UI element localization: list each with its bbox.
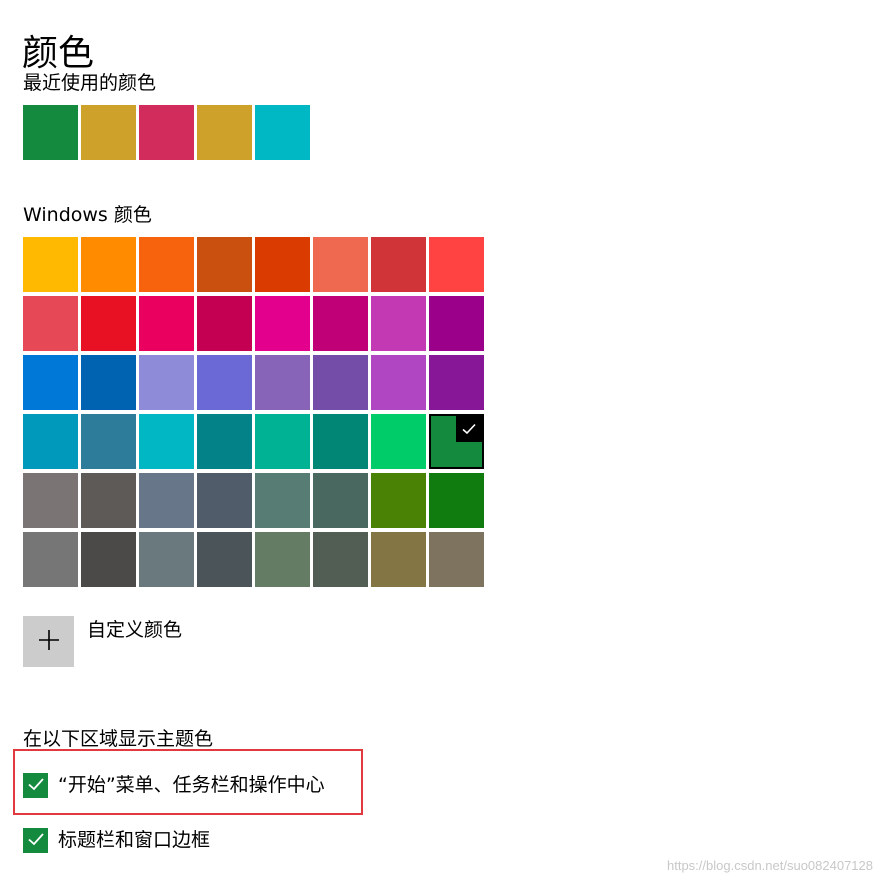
start-taskbar-label: “开始”菜单、任务栏和操作中心 <box>58 774 325 796</box>
watermark-text: https://blog.csdn.net/suo082407128 <box>667 858 873 873</box>
start-taskbar-checkbox[interactable] <box>23 773 48 798</box>
windows-color-swatch[interactable] <box>371 414 426 469</box>
windows-color-swatch[interactable] <box>197 414 252 469</box>
windows-color-swatch[interactable] <box>139 355 194 410</box>
windows-color-swatch[interactable] <box>23 532 78 587</box>
windows-color-swatch[interactable] <box>429 414 484 469</box>
recent-colors-row <box>23 105 310 160</box>
windows-color-swatch[interactable] <box>81 296 136 351</box>
windows-color-swatch[interactable] <box>255 414 310 469</box>
recent-color-swatch[interactable] <box>197 105 252 160</box>
windows-color-swatch[interactable] <box>197 473 252 528</box>
windows-color-swatch[interactable] <box>197 355 252 410</box>
windows-color-swatch[interactable] <box>371 296 426 351</box>
windows-color-swatch[interactable] <box>81 414 136 469</box>
windows-colors-label: Windows 颜色 <box>23 204 152 226</box>
windows-color-swatch[interactable] <box>371 237 426 292</box>
windows-color-swatch[interactable] <box>197 296 252 351</box>
windows-color-swatch[interactable] <box>255 532 310 587</box>
title-bars-label: 标题栏和窗口边框 <box>58 829 211 851</box>
windows-color-swatch[interactable] <box>429 237 484 292</box>
recent-color-swatch[interactable] <box>81 105 136 160</box>
windows-color-swatch[interactable] <box>313 296 368 351</box>
recent-colors-label: 最近使用的颜色 <box>23 72 157 94</box>
windows-color-swatch[interactable] <box>197 532 252 587</box>
windows-color-swatch[interactable] <box>139 532 194 587</box>
windows-color-swatch[interactable] <box>313 473 368 528</box>
windows-color-swatch[interactable] <box>81 473 136 528</box>
windows-color-swatch[interactable] <box>429 532 484 587</box>
windows-color-swatch[interactable] <box>313 237 368 292</box>
windows-color-swatch[interactable] <box>429 296 484 351</box>
recent-color-swatch[interactable] <box>139 105 194 160</box>
windows-color-swatch[interactable] <box>371 473 426 528</box>
recent-color-swatch[interactable] <box>23 105 78 160</box>
windows-color-swatch[interactable] <box>81 237 136 292</box>
plus-icon <box>37 628 61 656</box>
checkmark-icon <box>27 775 45 797</box>
windows-color-swatch[interactable] <box>313 532 368 587</box>
windows-color-swatch[interactable] <box>23 473 78 528</box>
windows-color-swatch[interactable] <box>313 355 368 410</box>
windows-color-swatch[interactable] <box>139 296 194 351</box>
selected-checkmark-icon <box>456 416 482 442</box>
windows-color-swatch[interactable] <box>255 296 310 351</box>
windows-color-swatch[interactable] <box>255 355 310 410</box>
windows-color-swatch[interactable] <box>371 532 426 587</box>
windows-color-swatch[interactable] <box>313 414 368 469</box>
windows-color-swatch[interactable] <box>255 237 310 292</box>
recent-color-swatch[interactable] <box>255 105 310 160</box>
windows-color-swatch[interactable] <box>371 355 426 410</box>
windows-color-swatch[interactable] <box>23 414 78 469</box>
windows-color-swatch[interactable] <box>139 237 194 292</box>
windows-color-swatch[interactable] <box>429 473 484 528</box>
custom-color-button[interactable] <box>23 616 74 667</box>
windows-color-swatch[interactable] <box>23 296 78 351</box>
windows-color-swatch[interactable] <box>81 532 136 587</box>
windows-colors-grid <box>23 237 484 587</box>
windows-color-swatch[interactable] <box>197 237 252 292</box>
custom-color-label: 自定义颜色 <box>87 619 183 641</box>
checkmark-icon <box>27 830 45 852</box>
windows-color-swatch[interactable] <box>139 473 194 528</box>
windows-color-swatch[interactable] <box>23 237 78 292</box>
page-title: 颜色 <box>22 33 95 75</box>
windows-color-swatch[interactable] <box>255 473 310 528</box>
windows-color-swatch[interactable] <box>23 355 78 410</box>
windows-color-swatch[interactable] <box>139 414 194 469</box>
title-bars-checkbox[interactable] <box>23 828 48 853</box>
windows-color-swatch[interactable] <box>429 355 484 410</box>
windows-color-swatch[interactable] <box>81 355 136 410</box>
accent-surfaces-label: 在以下区域显示主题色 <box>23 728 214 750</box>
